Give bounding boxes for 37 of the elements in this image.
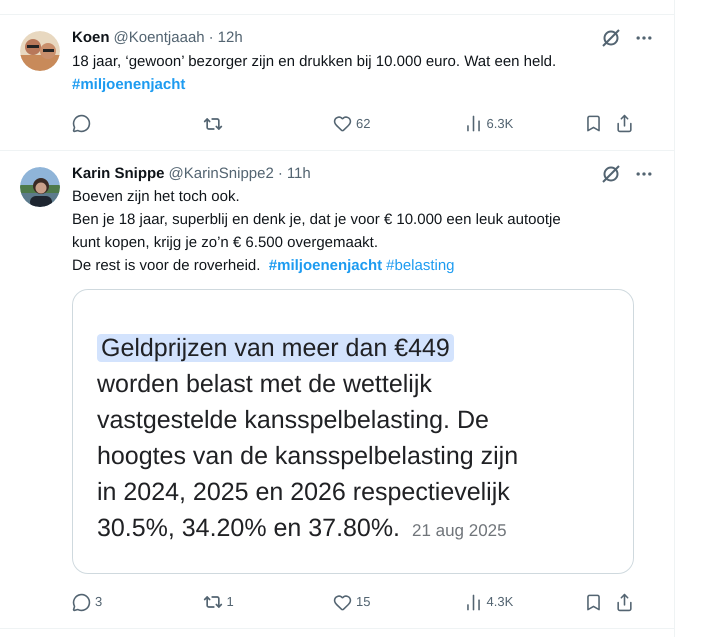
image-text: vastgestelde kansspelbelasting. De bbox=[97, 406, 489, 434]
like-icon[interactable] bbox=[333, 592, 352, 612]
view-count: 6.3K bbox=[486, 114, 514, 133]
reply-count: 3 bbox=[95, 593, 102, 612]
like-count: 62 bbox=[356, 114, 370, 133]
post-time[interactable]: 12h bbox=[218, 27, 243, 50]
image-text: worden belast met de wettelijk bbox=[97, 370, 432, 398]
view-count: 4.3K bbox=[486, 593, 514, 612]
image-text: 30.5%, 34.20% en 37.80%. bbox=[97, 514, 400, 542]
bookmark-icon[interactable] bbox=[584, 592, 603, 612]
author-name[interactable]: Karin Snippe bbox=[72, 162, 165, 185]
separator: · bbox=[278, 164, 283, 184]
reply-icon[interactable] bbox=[72, 592, 91, 612]
post-text: De rest is voor de roverheid. bbox=[72, 257, 262, 274]
media-card[interactable] bbox=[72, 289, 634, 574]
date-text: 21 aug 2025 bbox=[412, 521, 507, 540]
author-name[interactable]: Koen bbox=[72, 27, 110, 50]
reply-icon[interactable] bbox=[72, 114, 91, 133]
like-icon[interactable] bbox=[333, 114, 352, 133]
post-time[interactable]: 11h bbox=[286, 162, 311, 185]
post-text: kunt kopen, krijg je zo’n € 6.500 overgemaakt. bbox=[72, 234, 378, 251]
author-handle[interactable]: @Koentjaaah bbox=[114, 27, 205, 50]
highlighted-text: Geldprijzen van meer dan €449 bbox=[97, 334, 454, 362]
slashed-circle-icon[interactable] bbox=[600, 27, 622, 50]
share-icon[interactable] bbox=[615, 592, 634, 612]
image-text: in 2024, 2025 en 2026 respectievelijk bbox=[97, 478, 510, 506]
post-text: Boeven zijn het toch ook. bbox=[72, 188, 240, 205]
separator: · bbox=[208, 28, 214, 48]
image-text: hoogtes van de kansspelbelasting zijn bbox=[97, 442, 518, 470]
share-icon[interactable] bbox=[615, 114, 634, 133]
post-text: 18 jaar, ‘gewoon’ bezorger zijn en drukken bij 10.000 euro. Wat een held. bbox=[72, 52, 556, 70]
repost-count: 1 bbox=[226, 593, 234, 612]
like-count: 15 bbox=[356, 593, 370, 612]
slashed-circle-icon[interactable] bbox=[600, 162, 622, 185]
post-text: Ben je 18 jaar, superblij en denk je, dat je voor € 10.000 een leuk autootje bbox=[72, 211, 561, 228]
bookmark-icon[interactable] bbox=[584, 114, 603, 133]
author-handle[interactable]: @KarinSnippe2 bbox=[168, 162, 274, 185]
